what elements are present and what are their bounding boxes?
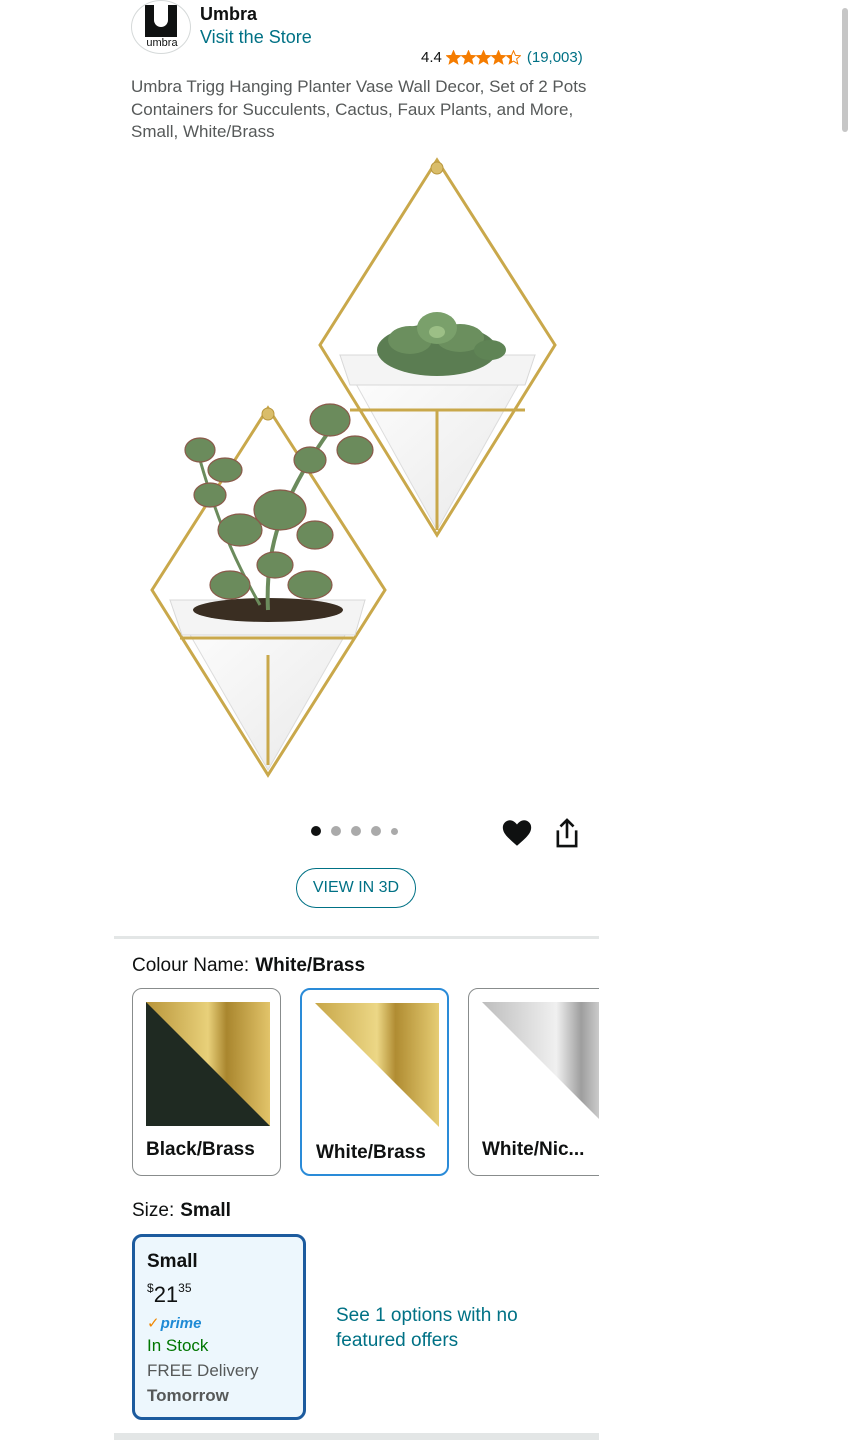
pagination-dot[interactable] bbox=[331, 826, 341, 836]
size-label: Size: Small bbox=[132, 1200, 231, 1222]
wishlist-button[interactable] bbox=[500, 816, 534, 850]
jade-plant bbox=[184, 403, 374, 611]
brand-name: Umbra bbox=[200, 4, 258, 24]
white-brass-swatch-image bbox=[315, 1003, 439, 1127]
product-title: Umbra Trigg Hanging Planter Vase Wall De… bbox=[131, 77, 587, 141]
star-icon bbox=[475, 49, 491, 65]
colour-option-label: Black/Brass bbox=[146, 1139, 255, 1160]
brand-logo-text: umbra bbox=[146, 37, 178, 49]
star-icon bbox=[460, 49, 476, 65]
white-nickel-swatch-image bbox=[482, 1002, 599, 1126]
size-label-text: Size: bbox=[132, 1200, 175, 1221]
black-brass-swatch-image bbox=[146, 1002, 270, 1126]
rating-summary[interactable]: 4.4 (19,003) bbox=[421, 47, 583, 67]
delivery-info: FREE Delivery bbox=[147, 1361, 259, 1380]
share-button[interactable] bbox=[551, 816, 583, 850]
prime-check-icon: ✓ bbox=[147, 1315, 160, 1332]
size-selected-value: Small bbox=[180, 1200, 231, 1221]
size-option-price: $2135 bbox=[147, 1281, 192, 1308]
stock-status: In Stock bbox=[147, 1336, 209, 1355]
colour-label: Colour Name: White/Brass bbox=[132, 955, 365, 977]
colour-label-text: Colour Name: bbox=[132, 955, 250, 976]
heart-icon bbox=[502, 820, 532, 846]
size-option-name: Small bbox=[147, 1251, 198, 1272]
colour-option-white-brass[interactable]: White/Brass bbox=[300, 988, 449, 1176]
delivery-date: Tomorrow bbox=[147, 1386, 229, 1405]
colour-option-label: White/Brass bbox=[316, 1142, 426, 1163]
colour-swatch-row: Black/Brass White/Brass White/Nic... bbox=[132, 988, 599, 1180]
image-pagination[interactable] bbox=[311, 826, 398, 836]
colour-option-label: White/Nic... bbox=[482, 1139, 585, 1160]
umbra-u-mark bbox=[145, 5, 177, 37]
pagination-dot[interactable] bbox=[311, 826, 321, 836]
price-currency: $ bbox=[147, 1281, 154, 1295]
colour-option-black-brass[interactable]: Black/Brass bbox=[132, 988, 281, 1176]
price-fraction: 35 bbox=[178, 1281, 192, 1295]
star-icon bbox=[505, 49, 521, 65]
star-icon bbox=[490, 49, 506, 65]
share-icon bbox=[556, 818, 578, 848]
visit-store-link[interactable]: Visit the Store bbox=[200, 27, 312, 48]
scrollbar-thumb[interactable] bbox=[842, 8, 848, 132]
price-whole: 21 bbox=[153, 1282, 179, 1307]
see-other-options-link[interactable]: See 1 options with no featured offers bbox=[336, 1303, 536, 1353]
colour-selected-value: White/Brass bbox=[255, 955, 366, 976]
pagination-dot[interactable] bbox=[391, 827, 398, 835]
section-divider bbox=[114, 1433, 599, 1440]
prime-badge: ✓ prime bbox=[147, 1314, 202, 1333]
section-divider bbox=[114, 936, 599, 939]
view-in-3d-button[interactable]: VIEW IN 3D bbox=[296, 868, 416, 908]
rating-count[interactable]: (19,003) bbox=[527, 49, 583, 66]
pagination-dot[interactable] bbox=[371, 826, 381, 836]
rating-stars bbox=[445, 49, 521, 65]
colour-option-white-nickel[interactable]: White/Nic... bbox=[468, 988, 599, 1176]
prime-label: prime bbox=[160, 1314, 202, 1332]
brand-logo[interactable]: umbra bbox=[131, 0, 191, 54]
product-image[interactable] bbox=[140, 150, 570, 790]
star-icon bbox=[445, 49, 461, 65]
pagination-dot[interactable] bbox=[351, 826, 361, 836]
size-option-small[interactable]: Small $2135 ✓ prime In Stock FREE Deliver… bbox=[132, 1234, 306, 1420]
rating-value: 4.4 bbox=[421, 48, 442, 66]
